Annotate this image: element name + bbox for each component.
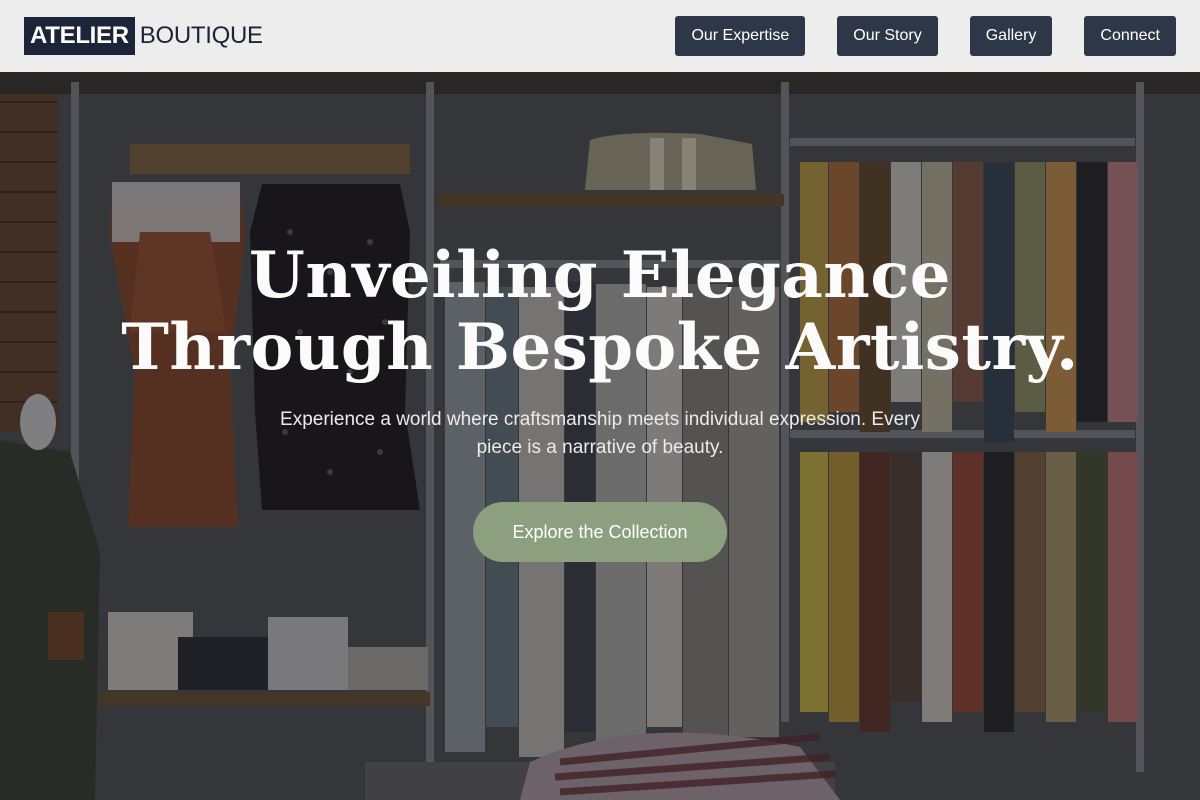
brand-name-secondary: BOUTIQUE [139,22,263,49]
explore-collection-button[interactable]: Explore the Collection [473,502,727,562]
site-header: ATELIER BOUTIQUE Our Expertise Our Story… [0,0,1200,72]
hero-section: Unveiling Elegance Through Bespoke Artis… [0,72,1200,800]
nav-item-our-story[interactable]: Our Story [837,16,938,56]
nav-item-our-expertise[interactable]: Our Expertise [675,16,806,56]
hero-content: Unveiling Elegance Through Bespoke Artis… [0,72,1200,800]
hero-title: Unveiling Elegance Through Bespoke Artis… [121,238,1079,385]
brand-logo[interactable]: ATELIER BOUTIQUE [24,17,263,55]
brand-name-primary: ATELIER [24,17,135,55]
nav-item-gallery[interactable]: Gallery [969,16,1053,56]
main-nav: Our Expertise Our Story Gallery Connect [675,16,1176,56]
nav-item-connect[interactable]: Connect [1084,16,1176,56]
hero-subtitle: Experience a world where craftsmanship m… [280,409,920,458]
